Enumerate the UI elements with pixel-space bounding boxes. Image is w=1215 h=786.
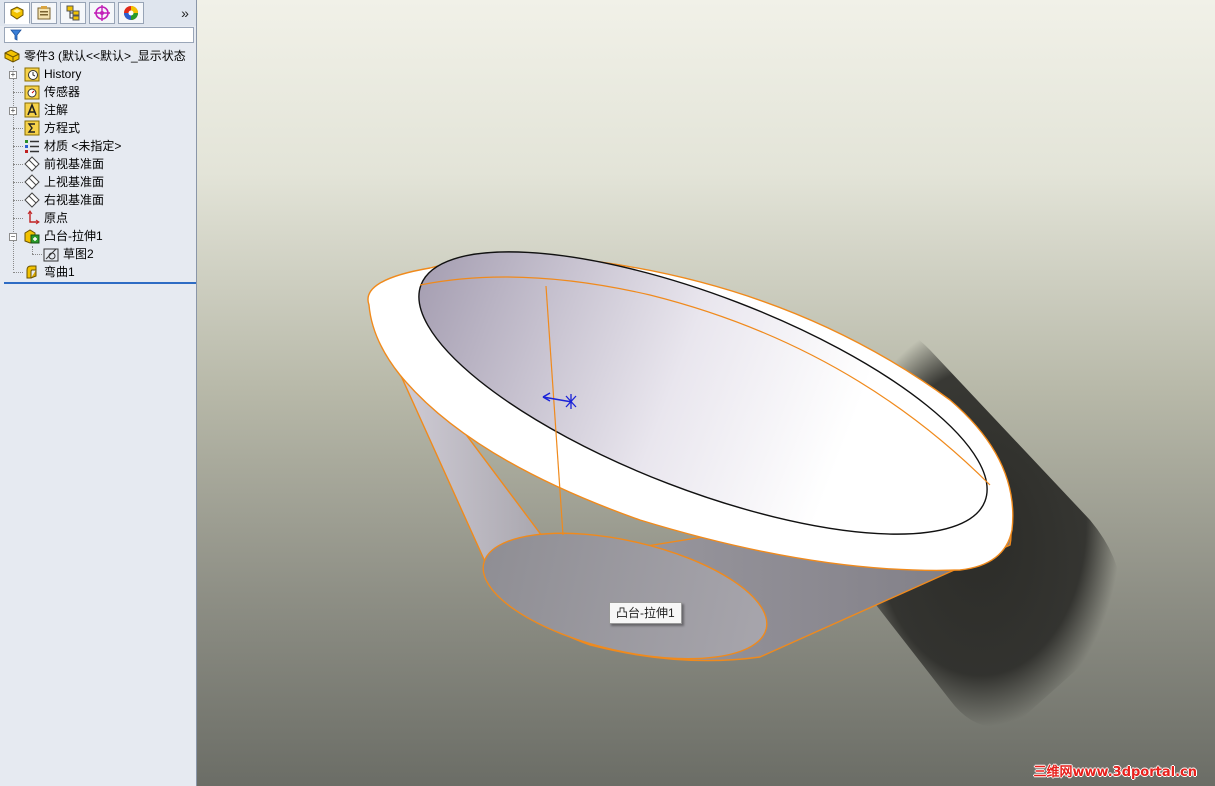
tree-item-label: 原点 (44, 211, 69, 225)
tab-feature-manager[interactable] (4, 2, 30, 24)
tree-root-part[interactable]: 零件3 (默认<<默认>_显示状态 (4, 47, 186, 65)
tree-item-sensors[interactable]: 传感器 (24, 83, 80, 101)
tree-item-material[interactable]: 材质 <未指定> (24, 137, 121, 155)
tree-item-label: 传感器 (44, 85, 81, 99)
model-view (367, 251, 1122, 727)
tree-item-label: 草图2 (63, 247, 94, 261)
tree-item-label: 方程式 (44, 121, 81, 135)
tree-item-top-plane[interactable]: 上视基准面 (24, 173, 104, 191)
display-manager-icon (124, 6, 138, 20)
tree-item-label: 凸台-拉伸1 (44, 229, 103, 243)
tree-item-flex[interactable]: 弯曲1 (24, 263, 75, 281)
flex-icon (26, 265, 37, 279)
material-icon (25, 140, 39, 153)
expand-history-toggle[interactable]: + (9, 71, 17, 79)
graphics-area[interactable]: 凸台-拉伸1 三维网www.3dportal.cn (197, 0, 1215, 786)
tree-item-label: 右视基准面 (44, 193, 105, 207)
more-tabs-button[interactable]: » (177, 4, 193, 22)
feature-tooltip: 凸台-拉伸1 (609, 602, 682, 624)
tree-item-right-plane[interactable]: 右视基准面 (24, 191, 104, 209)
filter-icon (10, 29, 22, 41)
tree-item-label: 材质 <未指定> (44, 139, 122, 153)
tree-item-equations[interactable]: 方程式 (24, 119, 80, 137)
configuration-manager-icon (66, 5, 80, 21)
tree-item-label: 注解 (44, 103, 69, 117)
part-icon (4, 49, 20, 63)
panel-tab-bar: » (0, 0, 196, 26)
tree-item-label: History (44, 67, 82, 81)
tree-item-sketch[interactable]: 草图2 (43, 245, 94, 263)
tree-root-label: 零件3 (默认<<默认>_显示状态 (24, 49, 186, 63)
equation-icon (24, 120, 40, 136)
property-manager-icon (37, 6, 51, 20)
rollback-bar[interactable] (4, 282, 196, 284)
tree-item-origin[interactable]: 原点 (24, 209, 68, 227)
tree-connector (13, 182, 23, 183)
watermark-logo: 三维网www.3dportal.cn (1033, 765, 1197, 780)
tree-connector (13, 146, 23, 147)
tree-connector (32, 246, 33, 254)
tree-connector (32, 254, 42, 255)
collapse-extrude-toggle[interactable]: − (9, 233, 17, 241)
tree-item-label: 前视基准面 (44, 157, 105, 171)
tree-item-label: 弯曲1 (44, 265, 75, 279)
plane-icon (24, 156, 40, 172)
tab-display-manager[interactable] (118, 2, 144, 24)
tree-item-front-plane[interactable]: 前视基准面 (24, 155, 104, 173)
feature-manager-panel: » + + − 零件3 (默认<<默认>_显示状态 History 传感器 注解… (0, 0, 197, 786)
tree-item-history[interactable]: History (24, 65, 81, 83)
tree-connector (13, 92, 23, 93)
tree-item-boss-extrude[interactable]: 凸台-拉伸1 (24, 227, 103, 245)
tree-filter-field[interactable] (4, 27, 194, 43)
tree-connector (13, 200, 23, 201)
tree-connector (13, 164, 23, 165)
tree-connector (13, 272, 23, 273)
plane-icon (24, 192, 40, 208)
expand-annotations-toggle[interactable]: + (9, 107, 17, 115)
tree-item-annotations[interactable]: 注解 (24, 101, 68, 119)
dimxpert-icon (94, 5, 110, 21)
annotation-icon (24, 102, 40, 118)
tree-item-label: 上视基准面 (44, 175, 105, 189)
history-icon (24, 67, 40, 82)
plane-icon (24, 174, 40, 190)
tree-connector (13, 218, 23, 219)
sensor-icon (24, 85, 40, 100)
origin-icon (27, 210, 40, 225)
tab-dimxpert-manager[interactable] (89, 2, 115, 24)
tab-configuration-manager[interactable] (60, 2, 86, 24)
feature-manager-icon (10, 6, 24, 20)
tree-connector (13, 128, 23, 129)
extrude-icon (24, 229, 40, 244)
tab-property-manager[interactable] (31, 2, 57, 24)
sketch-icon (43, 248, 59, 262)
